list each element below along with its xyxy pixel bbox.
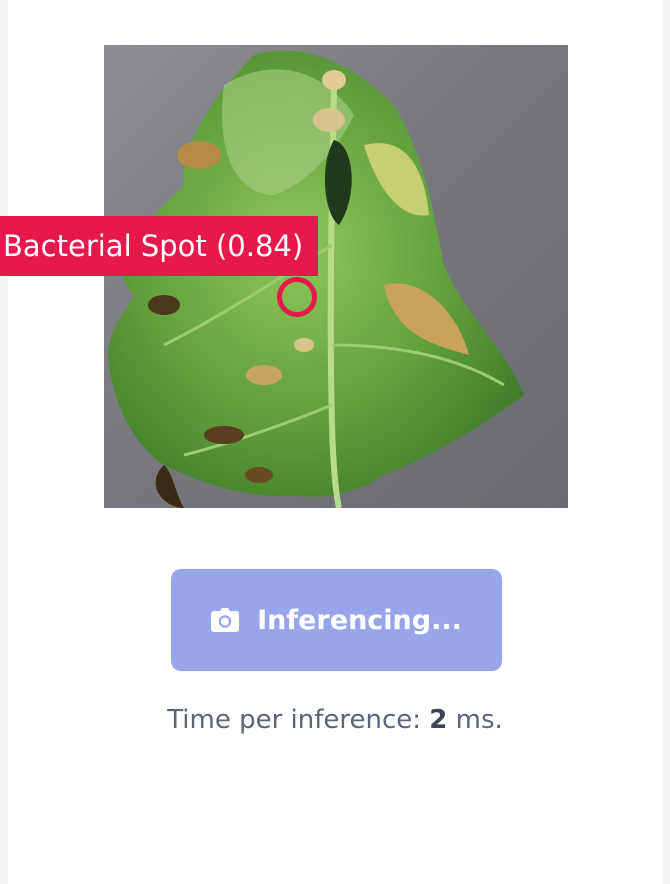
inference-time-prefix: Time per inference: (167, 705, 430, 735)
detection-marker (277, 277, 317, 317)
camera-icon (211, 608, 240, 632)
leaf-image (104, 45, 568, 508)
inference-time-value: 2 (429, 705, 448, 735)
inference-time-suffix: ms. (447, 705, 503, 735)
inference-button-label: Inferencing... (257, 604, 462, 636)
inference-button[interactable]: Inferencing... (171, 569, 502, 671)
detection-label: Bacterial Spot (0.84) (0, 216, 318, 276)
inference-time: Time per inference: 2 ms. (0, 705, 670, 735)
